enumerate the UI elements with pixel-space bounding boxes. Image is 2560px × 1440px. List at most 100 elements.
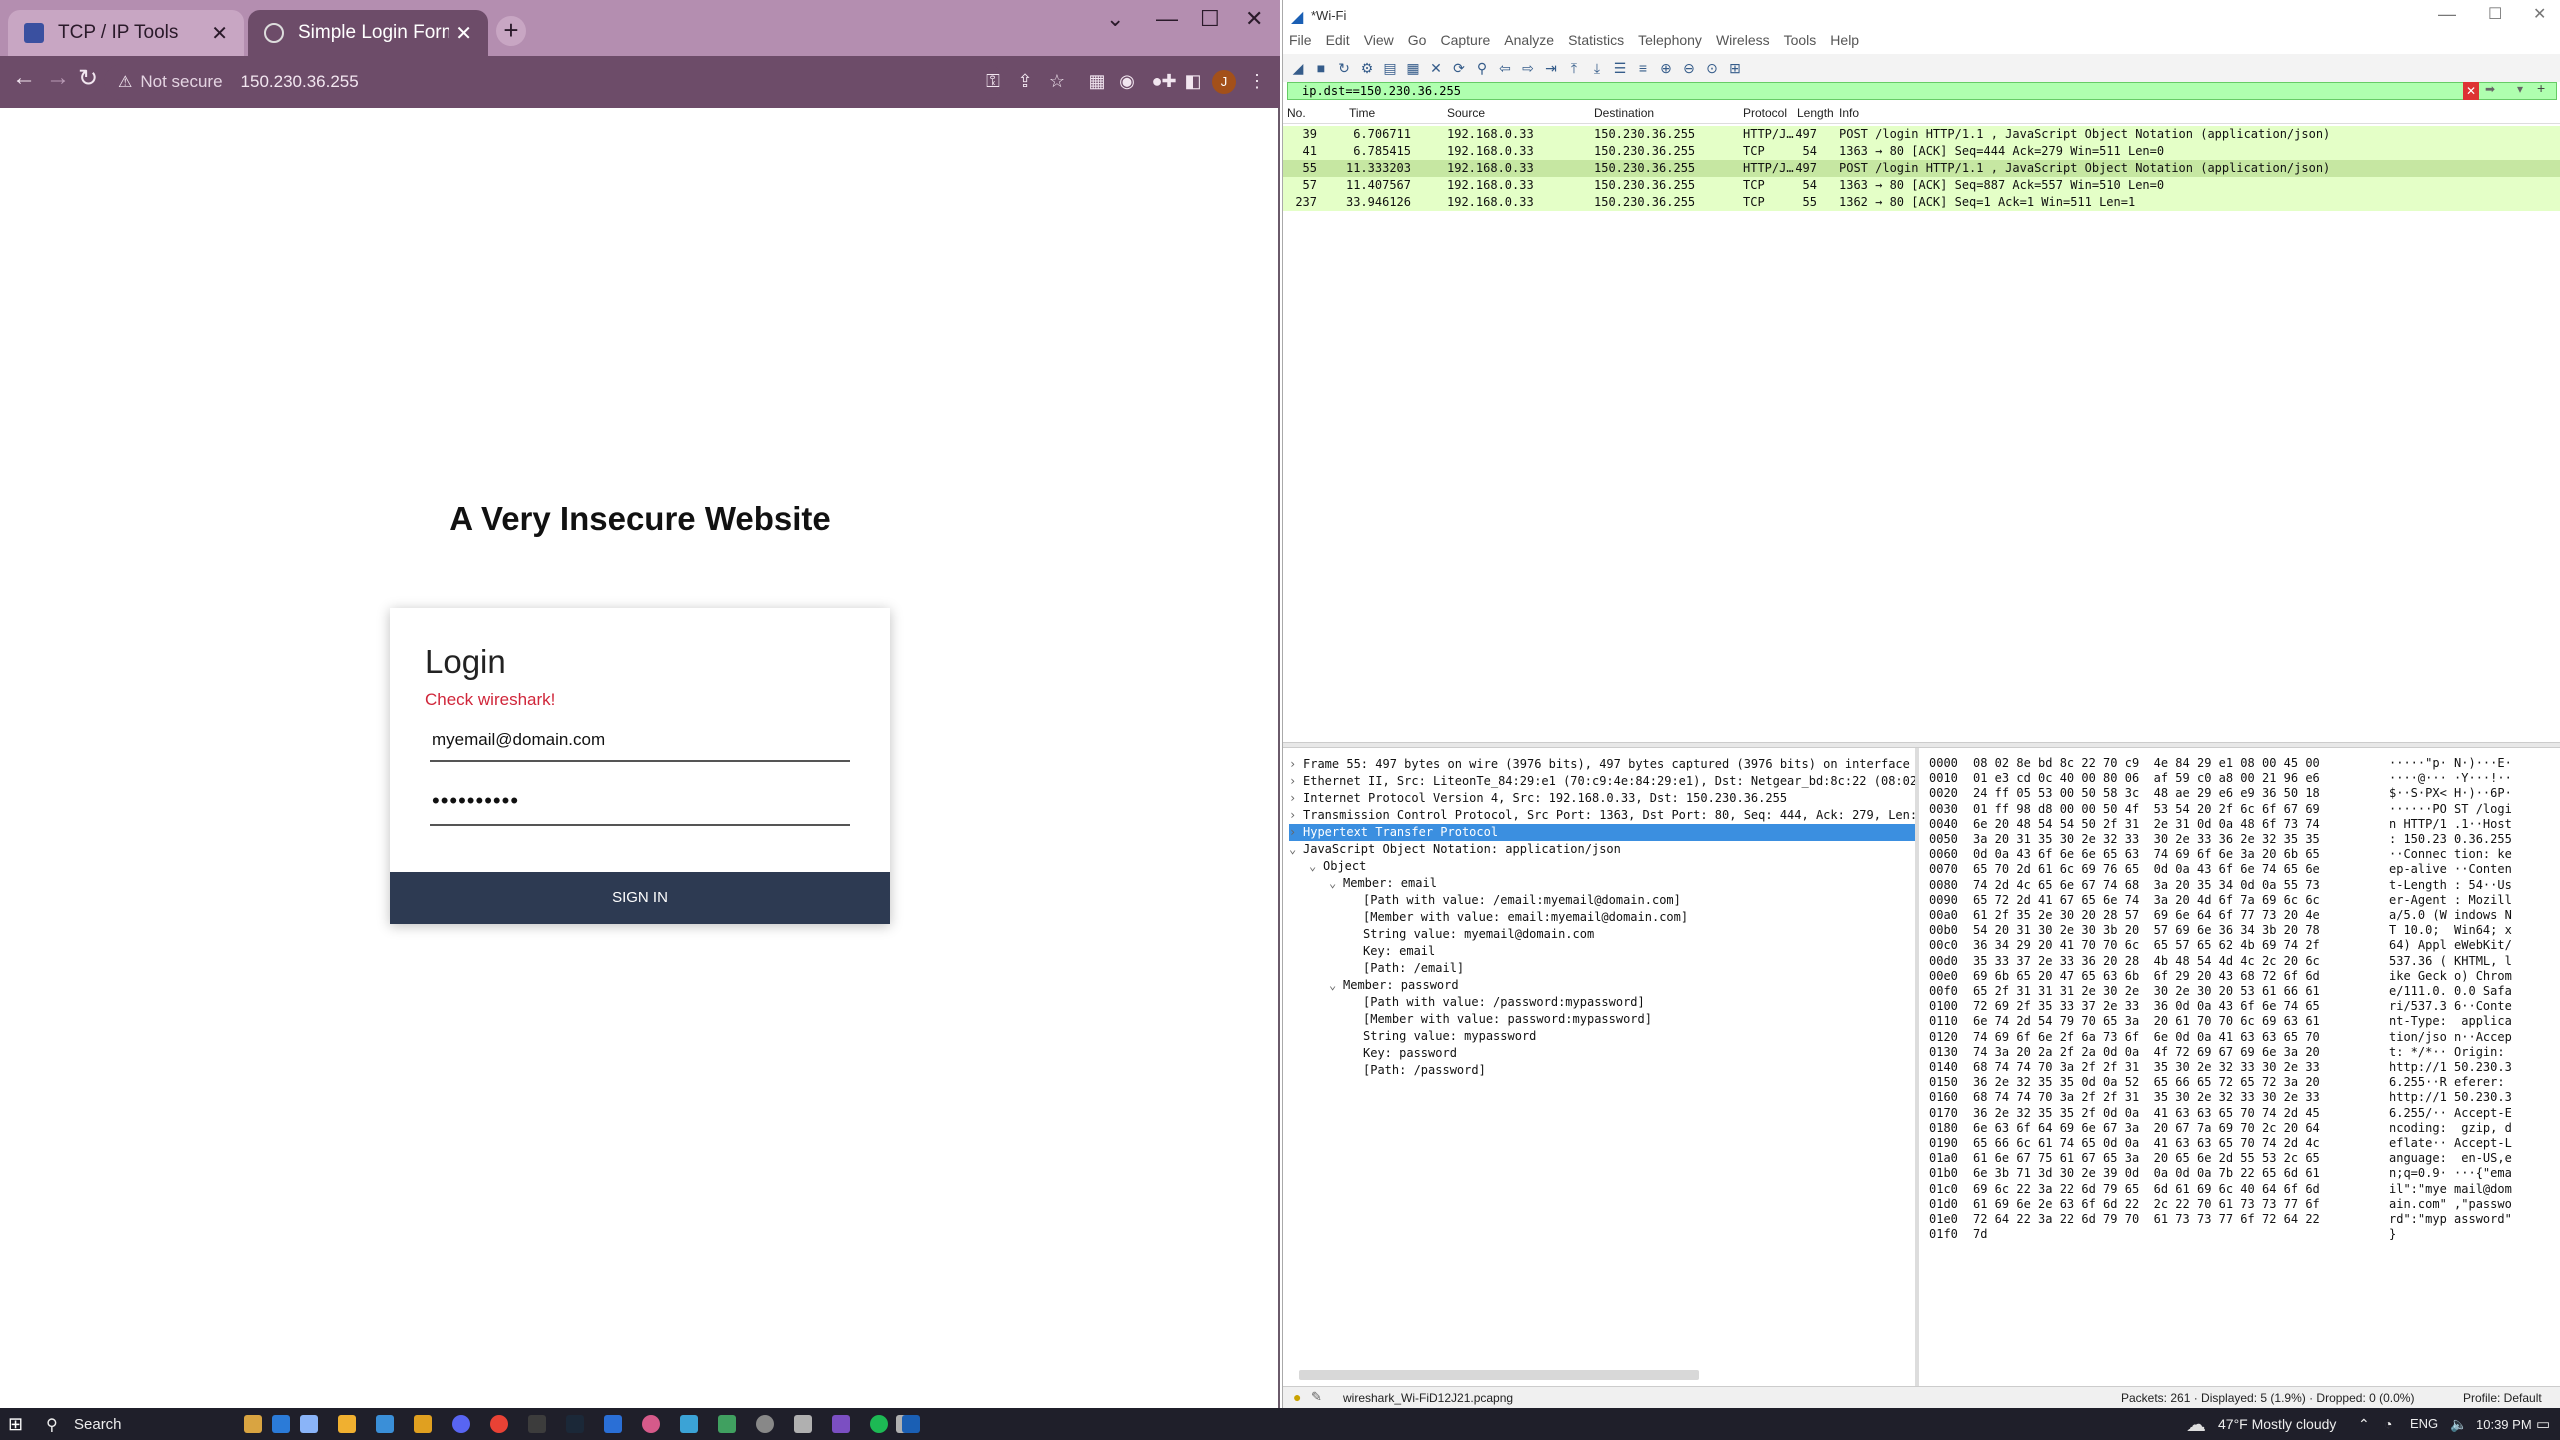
warning-icon[interactable]: ⚠ [118,72,132,92]
profile-label[interactable]: Profile: Default [2463,1391,2542,1405]
task-view-icon[interactable] [272,1415,290,1433]
bytes-hex[interactable]: 61 69 6e 2e 63 6f 6d 22 2c 22 70 61 73 7… [1973,1197,2320,1212]
bytes-ascii[interactable]: er-Agent : Mozill [2389,893,2512,908]
restart-capture-icon[interactable]: ↻ [1335,60,1353,76]
column-destination[interactable]: Destination [1594,106,1654,120]
expand-right-icon[interactable]: › [1289,773,1303,790]
bookmark-star-icon[interactable]: ☆ [1046,70,1068,92]
detail-row[interactable]: ⌄ Object [1309,858,1366,875]
bytes-hex[interactable]: 01 e3 cd 0c 40 00 80 06 af 59 c0 a8 00 2… [1973,771,2320,786]
find-packet-icon[interactable]: ⚲ [1473,60,1491,76]
bytes-ascii[interactable]: http://1 50.230.3 [2389,1090,2512,1105]
expand-down-icon[interactable]: ⌄ [1289,841,1303,858]
detail-row[interactable]: ⌄ JavaScript Object Notation: application… [1289,841,1621,858]
bytes-hex[interactable]: 65 66 6c 61 74 65 0d 0a 41 63 63 65 70 7… [1973,1136,2320,1151]
bytes-ascii[interactable]: t: */*·· Origin: [2389,1045,2512,1060]
puzzle-icon[interactable]: ✚ [1158,70,1180,92]
key-icon[interactable]: ⚿ [982,70,1004,92]
bytes-ascii[interactable]: e/111.0. 0.0 Safa [2389,984,2512,999]
password-field[interactable]: •••••••••• [430,786,850,826]
new-tab-button[interactable]: + [496,16,526,46]
bytes-off[interactable]: 0000 [1929,756,1958,771]
detail-row[interactable]: String value: myemail@domain.com [1349,926,1594,943]
chevron-up-icon[interactable]: ⌃ [2358,1416,2370,1433]
last-packet-icon[interactable]: ⤓ [1588,60,1606,76]
bytes-off[interactable]: 01c0 [1929,1182,1958,1197]
bytes-off[interactable]: 01f0 [1929,1227,1958,1242]
menu-help[interactable]: Help [1830,32,1859,54]
go-to-packet-icon[interactable]: ⇥ [1542,60,1560,76]
app-icon[interactable] [718,1415,736,1433]
bytes-ascii[interactable]: } [2389,1227,2396,1242]
bytes-ascii[interactable]: ····@··· ·Y···!·· [2389,771,2512,786]
bytes-hex[interactable]: 6e 63 6f 64 69 6e 67 3a 20 67 7a 69 70 2… [1973,1121,2320,1136]
bytes-hex[interactable]: 0d 0a 43 6f 6e 6e 65 63 74 69 6f 6e 3a 2… [1973,847,2320,862]
display-filter-input[interactable]: ip.dst==150.230.36.255 [1287,82,2557,100]
address-bar[interactable]: ⚠ Not secure 150.230.36.255 [104,64,1004,100]
network-icon[interactable]: ◔ [2384,1416,2392,1432]
bytes-off[interactable]: 00d0 [1929,954,1958,969]
menu-telephony[interactable]: Telephony [1638,32,1702,54]
bytes-ascii[interactable]: 6.255··R eferer: [2389,1075,2512,1090]
search-icon[interactable]: ⚲ [46,1415,58,1435]
bytes-off[interactable]: 0070 [1929,862,1958,877]
kebab-menu-icon[interactable]: ⋮ [1246,70,1268,92]
bytes-hex[interactable]: 74 2d 4c 65 6e 67 74 68 3a 20 35 34 0d 0… [1973,878,2320,893]
detail-row[interactable]: › Ethernet II, Src: LiteonTe_84:29:e1 (70… [1289,773,1915,790]
menu-analyze[interactable]: Analyze [1504,32,1554,54]
close-icon[interactable]: ✕ [455,21,472,46]
extension-icon[interactable]: ▦ [1086,70,1108,92]
start-capture-icon[interactable]: ◢ [1289,60,1307,76]
sign-in-button[interactable]: SIGN IN [390,872,890,924]
bytes-hex[interactable]: 36 34 29 20 41 70 70 6c 65 57 65 62 4b 6… [1973,938,2320,953]
reload-icon[interactable]: ↻ [78,64,98,93]
go-forward-icon[interactable]: ⇨ [1519,60,1537,76]
windows-start-icon[interactable]: ⊞ [8,1414,23,1435]
bytes-ascii[interactable]: ······PO ST /logi [2389,802,2512,817]
bytes-hex[interactable]: 08 02 8e bd 8c 22 70 c9 4e 84 29 e1 08 0… [1973,756,2320,771]
menu-wireless[interactable]: Wireless [1716,32,1770,54]
bytes-ascii[interactable]: a/5.0 (W indows N [2389,908,2512,923]
expand-right-icon[interactable]: › [1289,756,1303,773]
bytes-off[interactable]: 0180 [1929,1121,1958,1136]
bytes-off[interactable]: 0080 [1929,878,1958,893]
menu-statistics[interactable]: Statistics [1568,32,1624,54]
bytes-off[interactable]: 0060 [1929,847,1958,862]
spotify-icon[interactable] [870,1415,888,1433]
bytes-off[interactable]: 0160 [1929,1090,1958,1105]
expand-right-icon[interactable]: › [1289,790,1303,807]
close-window-icon[interactable]: ✕ [2533,4,2546,24]
bytes-hex[interactable]: 74 3a 20 2a 2f 2a 0d 0a 4f 72 69 67 69 6… [1973,1045,2320,1060]
expand-right-icon[interactable]: › [1289,807,1303,824]
detail-row[interactable]: ⌄ Member: password [1329,977,1459,994]
expand-down-icon[interactable]: ⌄ [1329,875,1343,892]
horizontal-scrollbar[interactable] [1299,1370,1699,1380]
detail-row[interactable]: [Path with value: /email:myemail@domain.… [1349,892,1681,909]
bytes-ascii[interactable]: 64) Appl eWebKit/ [2389,938,2512,953]
detail-row[interactable]: Key: email [1349,943,1435,960]
go-back-icon[interactable]: ⇦ [1496,60,1514,76]
bytes-ascii[interactable]: ri/537.3 6··Conte [2389,999,2512,1014]
bytes-off[interactable]: 00f0 [1929,984,1958,999]
bytes-hex[interactable]: 68 74 74 70 3a 2f 2f 31 35 30 2e 32 33 3… [1973,1090,2320,1105]
bytes-off[interactable]: 00c0 [1929,938,1958,953]
app-icon[interactable] [680,1415,698,1433]
bytes-hex[interactable]: 7d [1973,1227,1987,1242]
packet-row[interactable]: 57 11.407567 192.168.0.33 150.230.36.255 TCP… [1283,177,2560,194]
detail-row[interactable]: String value: mypassword [1349,1028,1536,1045]
chrome-icon[interactable] [490,1415,508,1433]
close-window-icon[interactable]: ✕ [1245,6,1263,32]
bytes-hex[interactable]: 24 ff 05 53 00 50 58 3c 48 ae 29 e6 e9 3… [1973,786,2320,801]
menu-edit[interactable]: Edit [1326,32,1350,54]
zoom-out-icon[interactable]: ⊖ [1680,60,1698,76]
language-indicator[interactable]: ENG [2410,1416,2438,1431]
bytes-off[interactable]: 01b0 [1929,1166,1958,1181]
expand-down-icon[interactable]: ⌄ [1309,858,1323,875]
zoom-reset-icon[interactable]: ⊙ [1703,60,1721,76]
bytes-hex[interactable]: 54 20 31 30 2e 30 3b 20 57 69 6e 36 34 3… [1973,923,2320,938]
bytes-off[interactable]: 00e0 [1929,969,1958,984]
bytes-off[interactable]: 01a0 [1929,1151,1958,1166]
save-file-icon[interactable]: ▦ [1404,60,1422,76]
minimize-icon[interactable]: — [1156,6,1178,32]
minimize-icon[interactable]: — [2438,4,2456,25]
